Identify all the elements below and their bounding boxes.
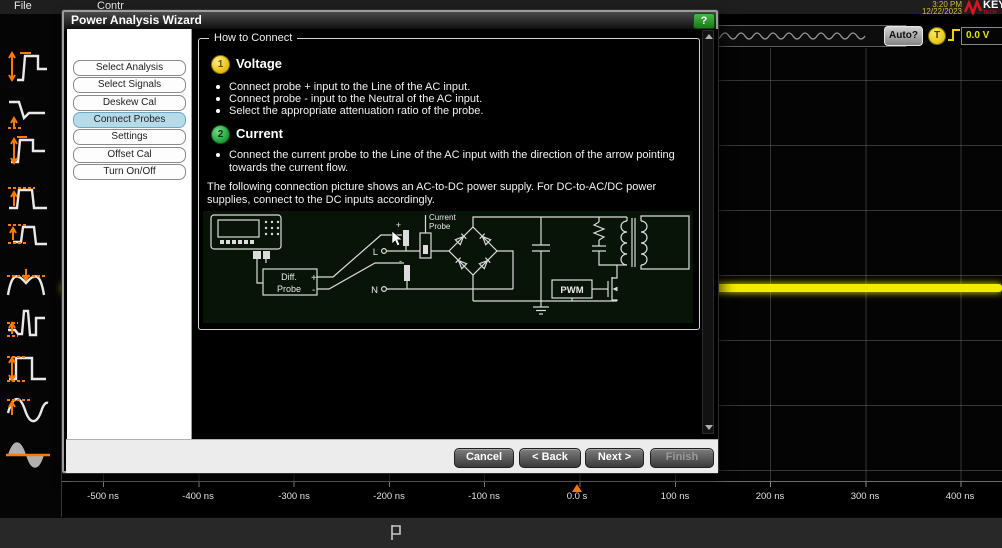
double-pulse-icon[interactable] xyxy=(5,263,55,303)
fall-time-icon[interactable] xyxy=(5,92,55,132)
axis-label: 200 ns xyxy=(756,491,785,502)
nav-select-analysis[interactable]: Select Analysis xyxy=(73,60,186,76)
axis-label: 400 ns xyxy=(946,491,975,502)
connection-note: The following connection picture shows a… xyxy=(207,181,693,207)
bullet-dot xyxy=(216,109,220,113)
clock: 3:20 PM 12/22/2023 xyxy=(878,0,962,15)
top-level-icon[interactable] xyxy=(5,180,55,220)
step-1-badge: 1 xyxy=(211,55,230,74)
trigger-source-badge[interactable]: T xyxy=(928,27,946,45)
step-1-title: Voltage xyxy=(236,56,282,71)
nav-select-signals[interactable]: Select Signals xyxy=(73,77,186,93)
diff-minus-label: - xyxy=(312,285,315,296)
oscilloscope-screen: File Contr 3:20 PM 12/22/2023 KEY TECH R… xyxy=(0,0,1002,548)
content-scrollbar[interactable] xyxy=(702,30,714,434)
measurement-toolbar xyxy=(0,14,62,517)
bullet-dot xyxy=(216,85,220,89)
step-2-title: Current xyxy=(236,126,283,141)
neutral-terminal-label: N xyxy=(371,285,378,296)
help-button[interactable]: ? xyxy=(693,13,715,29)
nav-deskew-cal[interactable]: Deskew Cal xyxy=(73,95,186,111)
current-probe-label-1: Current xyxy=(429,213,456,222)
pulse-width-icon[interactable] xyxy=(5,350,55,390)
horizontal-control-bar xyxy=(0,517,1002,548)
diff-plus-label: + xyxy=(311,273,317,284)
current-probe-label-2: Probe xyxy=(429,222,451,231)
diff-probe-label-1: Diff. xyxy=(281,272,297,282)
axis-label: -300 ns xyxy=(278,491,310,502)
nav-connect-probes[interactable]: Connect Probes xyxy=(73,112,186,128)
pwm-label: PWM xyxy=(560,285,583,296)
cancel-button[interactable]: Cancel xyxy=(454,448,514,468)
axis-ticks xyxy=(62,482,1002,487)
time-axis: -500 ns -400 ns -300 ns -200 ns -100 ns … xyxy=(62,482,1002,516)
scroll-down-icon[interactable] xyxy=(705,425,713,430)
trigger-edge-icon[interactable] xyxy=(947,27,961,43)
groupbox-title: How to Connect xyxy=(209,32,297,44)
keysight-logo: KEY TECH xyxy=(964,0,1002,16)
bullet-dot xyxy=(216,153,220,157)
wizard-nav-panel: Select Analysis Select Signals Deskew Ca… xyxy=(67,29,192,439)
axis-label: -500 ns xyxy=(87,491,119,502)
preview-squiggle-icon xyxy=(701,26,904,44)
nav-settings[interactable]: Settings xyxy=(73,129,186,145)
wizard-content: How to Connect 1 Voltage Connect probe +… xyxy=(192,29,718,439)
auto-trigger-button[interactable]: Auto? xyxy=(884,26,923,46)
scroll-up-icon[interactable] xyxy=(705,34,713,39)
connection-diagram: Diff. Probe + - + - L N Current Probe PW… xyxy=(203,211,693,323)
axis-label: -400 ns xyxy=(182,491,214,502)
next-button[interactable]: Next > xyxy=(585,448,644,468)
rise-amplitude-icon[interactable] xyxy=(5,132,55,172)
cycle-area-icon[interactable] xyxy=(5,436,55,476)
axis-label: 100 ns xyxy=(661,491,690,502)
transient-icon[interactable] xyxy=(5,305,55,345)
how-to-connect-groupbox: How to Connect 1 Voltage Connect probe +… xyxy=(198,38,700,330)
axis-label: -100 ns xyxy=(468,491,500,502)
nav-turn-on-off[interactable]: Turn On/Off xyxy=(73,164,186,180)
pulse-amplitude-icon[interactable] xyxy=(5,48,55,88)
probe-minus-label: - xyxy=(399,256,402,266)
dialog-title-bar[interactable]: Power Analysis Wizard xyxy=(64,12,716,30)
axis-label: -200 ns xyxy=(373,491,405,502)
diff-probe-label-2: Probe xyxy=(277,284,301,294)
waveform-preview-bar[interactable] xyxy=(700,25,907,47)
step-2-badge: 2 xyxy=(211,125,230,144)
bullet-dot xyxy=(216,97,220,101)
probe-plus-label: + xyxy=(396,220,401,230)
base-level-icon[interactable] xyxy=(5,218,55,258)
line-terminal-label: L xyxy=(373,247,378,258)
trigger-time-marker[interactable] xyxy=(572,484,582,492)
nav-offset-cal[interactable]: Offset Cal xyxy=(73,147,186,163)
power-analysis-wizard-dialog: Power Analysis Wizard ? Select Analysis … xyxy=(62,10,718,473)
pin-icon[interactable] xyxy=(388,523,402,542)
keysight-spark-icon xyxy=(964,0,983,15)
finish-button[interactable]: Finish xyxy=(650,448,714,468)
trigger-level-value[interactable]: 0.0 V xyxy=(961,27,1002,45)
brand-division: TECH xyxy=(983,11,1002,16)
frequency-icon[interactable] xyxy=(5,391,55,431)
axis-label: 0.0 s xyxy=(567,491,588,502)
clock-date: 12/22/2023 xyxy=(878,8,962,15)
current-bullet-1: Connect the current probe to the Line of… xyxy=(229,149,691,175)
dialog-title: Power Analysis Wizard xyxy=(71,13,202,27)
voltage-bullet-3: Select the appropriate attenuation ratio… xyxy=(229,105,483,118)
mouse-cursor-icon xyxy=(392,231,402,246)
menu-file[interactable]: File xyxy=(14,0,32,13)
back-button[interactable]: < Back xyxy=(519,448,581,468)
axis-label: 300 ns xyxy=(851,491,880,502)
